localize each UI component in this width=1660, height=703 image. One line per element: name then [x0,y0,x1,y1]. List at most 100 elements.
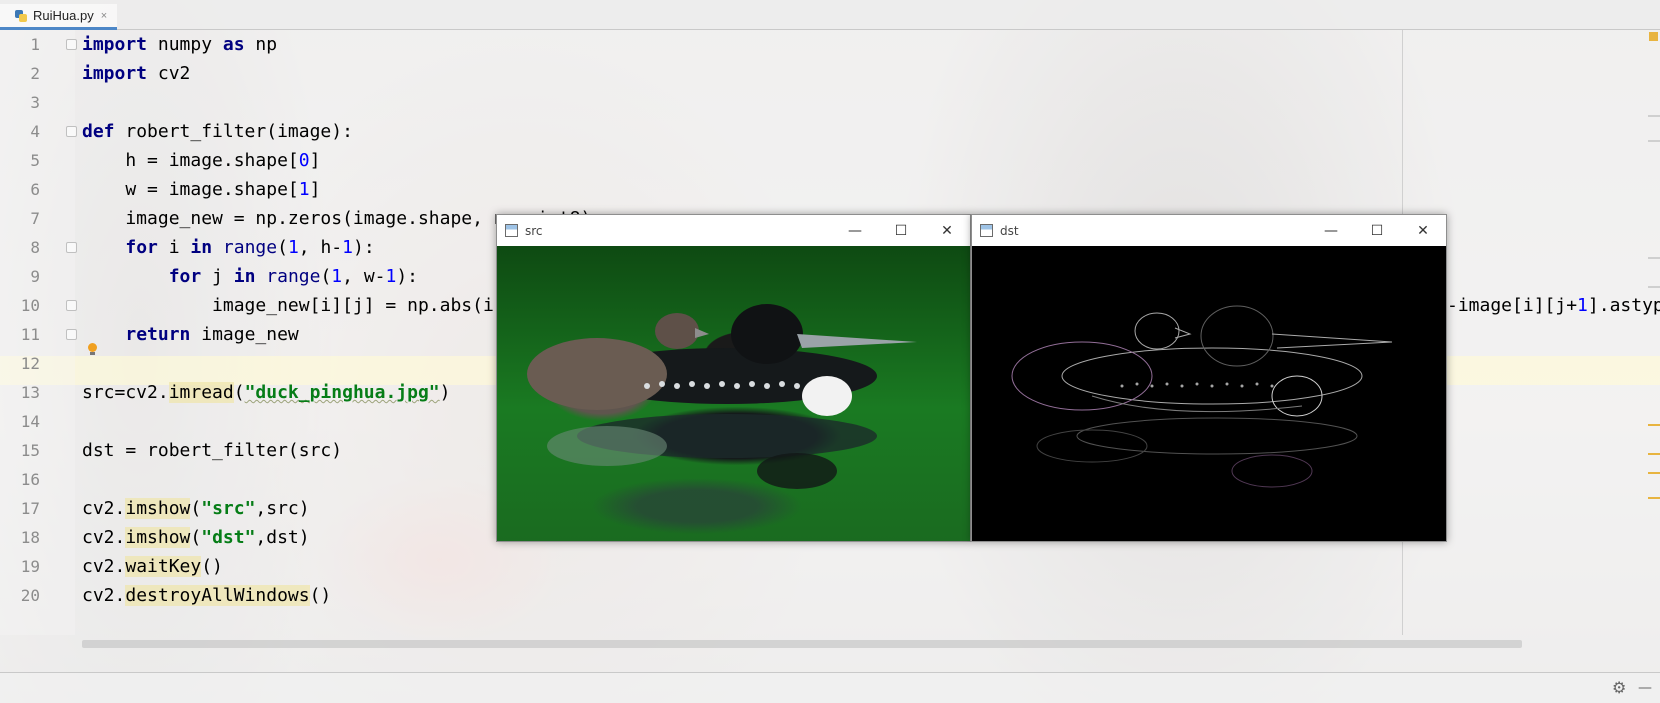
code-text: ): [396,266,419,287]
line-number: 4 [30,122,40,141]
fold-toggle-icon[interactable] [66,242,77,253]
keyword: import [82,63,148,84]
maximize-button[interactable]: ☐ [878,215,924,246]
number-literal: 1 [385,266,397,287]
code-line-6: w = image.shape[1] [82,175,591,204]
loon-photo [527,304,917,489]
code-text: ( [320,266,332,287]
code-line-1: import numpy as np [82,30,591,59]
fold-toggle-icon[interactable] [66,300,77,311]
keyword: as [222,34,245,55]
code-line-19: cv2.waitKey() [82,552,591,581]
code-text: cv2. [82,527,126,548]
code-text: -image[i][j+ [1447,295,1578,316]
string-literal: "dst" [201,527,256,548]
string-literal: "duck_pinghua.jpg" [244,382,440,403]
line-number: 5 [30,151,40,170]
gear-icon[interactable]: ⚙ [1612,680,1628,696]
error-stripe-mark[interactable] [1648,453,1660,455]
string-literal: "src" [201,498,256,519]
keyword: in [233,266,256,287]
fold-toggle-icon[interactable] [66,126,77,137]
line-number: 6 [30,180,40,199]
code-line-20: cv2.destroyAllWindows() [82,581,591,610]
line-number: 9 [30,267,40,286]
error-stripe-mark[interactable] [1648,140,1660,142]
line-number: 1 [30,35,40,54]
number-literal: 1 [342,237,353,258]
tab-close-icon[interactable]: × [101,10,107,22]
function-call: destroyAllWindows [125,585,310,606]
code-text: , h- [298,237,343,258]
code-text: cv2. [82,498,126,519]
line-number: 8 [30,238,40,257]
line-number: 18 [20,528,40,547]
minimize-button[interactable]: — [1308,215,1354,246]
keyword: return [125,324,191,345]
keyword: def [82,121,115,142]
builtin: range [222,237,278,258]
number-literal: 1 [287,237,299,258]
code-text: ): [353,237,375,258]
error-stripe-mark[interactable] [1648,115,1660,117]
inspection-status-icon[interactable] [1649,32,1658,41]
edge-detected-photo [1011,305,1393,488]
close-button[interactable]: ✕ [1400,215,1446,246]
code-text: image_new[i][j] = np.abs(i [82,295,494,316]
code-text: w = image.shape[ [82,179,299,200]
window-app-icon [505,224,518,237]
window-app-icon [980,224,993,237]
dst-window-titlebar[interactable]: dst — ☐ ✕ [972,215,1446,246]
line-number: 16 [20,470,40,489]
src-window[interactable]: src — ☐ ✕ [496,214,971,542]
number-literal: 1 [331,266,343,287]
line-number: 13 [20,383,40,402]
code-text: ( [190,527,202,548]
minimize-button[interactable]: — [832,215,878,246]
code-text: image_new [190,324,299,345]
line-number: 20 [20,586,40,605]
src-window-title: src [525,223,543,238]
code-text: () [309,585,332,606]
function-call: imshow [125,498,191,519]
line-number: 17 [20,499,40,518]
code-text: np [244,34,278,55]
keyword: in [190,237,213,258]
line-number: 7 [30,209,40,228]
error-stripe-mark[interactable] [1648,286,1660,288]
dst-window[interactable]: dst — ☐ ✕ [971,214,1447,542]
line-number: 11 [20,325,40,344]
fold-toggle-icon[interactable] [66,39,77,50]
keyword: import [82,34,148,55]
code-text: ,src) [255,498,310,519]
status-bar: ⚙ — [0,672,1660,703]
error-stripe-mark[interactable] [1648,497,1660,499]
code-text: ,dst) [255,527,310,548]
maximize-button[interactable]: ☐ [1354,215,1400,246]
function-call: imread [168,382,234,403]
tab-ruihua-py[interactable]: RuiHua.py × [0,4,118,30]
src-window-titlebar[interactable]: src — ☐ ✕ [497,215,970,246]
error-stripe-mark[interactable] [1648,472,1660,474]
line-number: 2 [30,64,40,83]
code-text: ) [439,382,451,403]
code-text: () [201,556,223,577]
function-call: waitKey [125,556,202,577]
line-number: 19 [20,557,40,576]
error-stripe-mark[interactable] [1648,424,1660,426]
horizontal-scrollbar[interactable] [82,640,1522,648]
dash-icon[interactable]: — [1638,680,1652,696]
error-stripe-mark[interactable] [1648,257,1660,259]
code-text: , w- [342,266,386,287]
keyword: for [125,237,158,258]
close-button[interactable]: ✕ [924,215,970,246]
code-text: ].astyp [1587,295,1660,316]
fold-toggle-icon[interactable] [66,329,77,340]
line-number: 14 [20,412,40,431]
code-text: h = image.shape[ [82,150,299,171]
